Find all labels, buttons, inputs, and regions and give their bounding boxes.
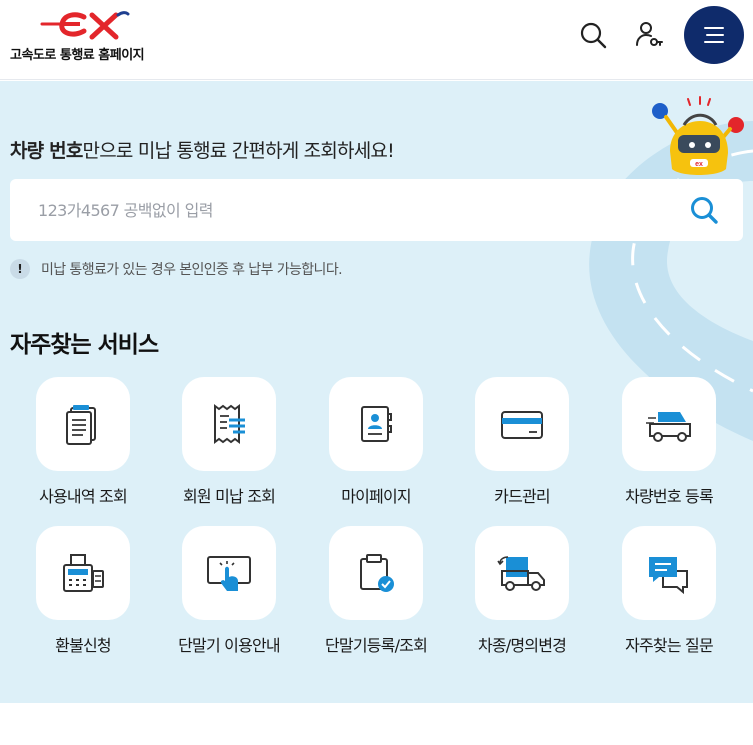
profile-book-icon bbox=[361, 406, 392, 442]
notice: ! 미납 통행료가 있는 경우 본인인증 후 납부 가능합니다. bbox=[10, 259, 343, 279]
service-label: 단말기등록/조회 bbox=[324, 636, 428, 655]
service-card-management[interactable]: 카드관리 bbox=[449, 377, 595, 517]
site-logo[interactable]: 고속도로 통행료 홈페이지 bbox=[10, 8, 160, 68]
hamburger-menu-icon bbox=[704, 27, 724, 43]
search-icon bbox=[580, 22, 607, 49]
mascot-car-icon: ex bbox=[652, 96, 744, 175]
service-terminal-register[interactable]: 단말기등록/조회 bbox=[303, 526, 449, 666]
service-tile bbox=[182, 377, 276, 471]
service-mypage[interactable]: 마이페이지 bbox=[303, 377, 449, 517]
service-terminal-guide[interactable]: 단말기 이용안내 bbox=[156, 526, 302, 666]
service-tile bbox=[622, 526, 716, 620]
service-label: 자주찾는 질문 bbox=[625, 636, 714, 655]
service-member-unpaid[interactable]: 회원 미납 조회 bbox=[156, 377, 302, 517]
document-list-icon bbox=[66, 405, 96, 445]
service-label: 환불신청 bbox=[55, 636, 111, 655]
service-label: 차량번호 등록 bbox=[625, 487, 714, 506]
service-tile bbox=[475, 526, 569, 620]
service-tile bbox=[36, 526, 130, 620]
touch-screen-icon bbox=[207, 556, 251, 591]
service-label: 마이페이지 bbox=[341, 487, 411, 506]
service-tile bbox=[329, 377, 423, 471]
notice-text: 미납 통행료가 있는 경우 본인인증 후 납부 가능합니다. bbox=[41, 262, 343, 278]
service-refund[interactable]: 환불신청 bbox=[10, 526, 156, 666]
exclamation-icon: ! bbox=[10, 259, 30, 279]
service-label: 단말기 이용안내 bbox=[178, 636, 281, 655]
section-title: 자주찾는 서비스 bbox=[10, 332, 159, 358]
logo-text: 고속도로 통행료 홈페이지 bbox=[10, 48, 145, 63]
service-tile bbox=[622, 377, 716, 471]
truck-icon bbox=[646, 412, 691, 442]
service-label: 차종/명의변경 bbox=[477, 636, 567, 655]
vehicle-change-icon bbox=[497, 556, 545, 591]
vehicle-search-button[interactable] bbox=[686, 192, 722, 228]
ex-logo-icon bbox=[40, 11, 130, 40]
cash-register-icon bbox=[63, 554, 104, 592]
service-tile bbox=[475, 377, 569, 471]
headline: 차량 번호만으로 미납 통행료 간편하게 조회하세요! bbox=[10, 136, 395, 163]
service-label: 카드관리 bbox=[494, 487, 550, 506]
search-icon bbox=[691, 197, 718, 224]
svg-text:ex: ex bbox=[695, 161, 703, 168]
service-tile bbox=[36, 377, 130, 471]
service-vehicle-change[interactable]: 차종/명의변경 bbox=[449, 526, 595, 666]
clipboard-check-icon bbox=[360, 554, 394, 592]
header-login-button[interactable] bbox=[632, 18, 666, 52]
header-search-button[interactable] bbox=[576, 18, 610, 52]
chat-bubble-icon bbox=[649, 557, 688, 595]
user-key-icon bbox=[636, 22, 663, 46]
main-content: ex 차량 번호만으로 미납 통행료 간편하게 조회하세요! ! 미납 통행료가… bbox=[0, 81, 753, 703]
headline-rest: 만으로 미납 통행료 간편하게 조회하세요! bbox=[82, 140, 395, 162]
vehicle-search-box bbox=[10, 179, 743, 241]
service-tile bbox=[182, 526, 276, 620]
receipt-icon bbox=[214, 404, 245, 444]
vehicle-number-input[interactable] bbox=[10, 179, 680, 241]
service-label: 회원 미납 조회 bbox=[182, 487, 276, 506]
service-faq[interactable]: 자주찾는 질문 bbox=[596, 526, 742, 666]
service-vehicle-register[interactable]: 차량번호 등록 bbox=[596, 377, 742, 517]
service-usage-history[interactable]: 사용내역 조회 bbox=[10, 377, 156, 517]
header: 고속도로 통행료 홈페이지 bbox=[0, 0, 753, 80]
credit-card-icon bbox=[501, 411, 543, 439]
menu-button[interactable] bbox=[684, 6, 744, 64]
headline-bold: 차량 번호 bbox=[10, 140, 83, 162]
service-label: 사용내역 조회 bbox=[39, 487, 128, 506]
service-tile bbox=[329, 526, 423, 620]
